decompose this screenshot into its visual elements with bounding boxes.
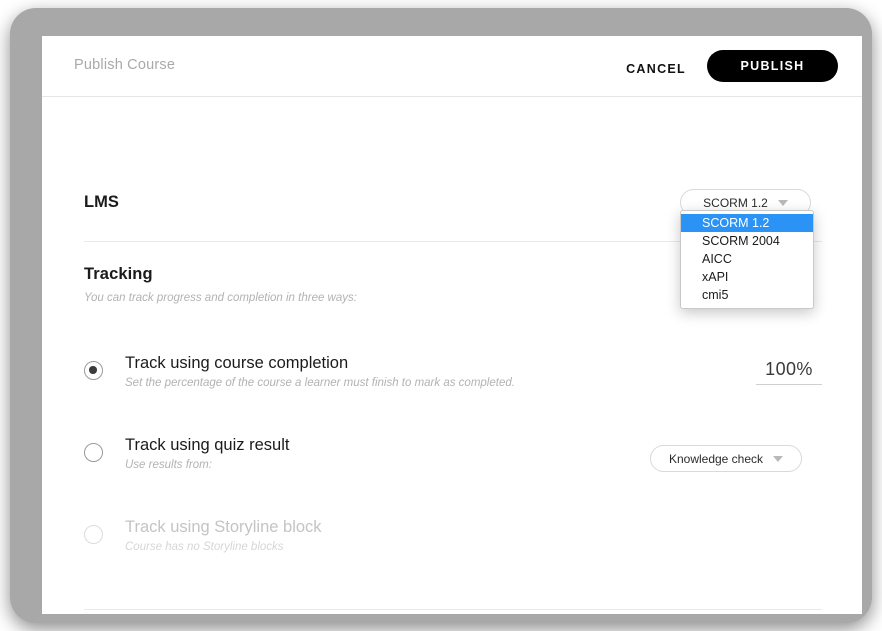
tracking-option-title: Track using course completion — [125, 354, 349, 372]
tracking-heading: Tracking — [84, 265, 153, 283]
publish-course-dialog: Publish Course CANCEL PUBLISH LMS SCORM … — [42, 36, 862, 614]
cancel-button[interactable]: CANCEL — [622, 56, 690, 82]
page-title: Publish Course — [74, 57, 176, 73]
divider-reporting — [84, 609, 822, 610]
lms-option-cmi5[interactable]: cmi5 — [681, 286, 813, 304]
radio-course-completion[interactable] — [84, 361, 103, 380]
chevron-down-icon — [773, 455, 784, 462]
tracking-option-description: Set the percentage of the course a learn… — [125, 377, 515, 389]
chevron-down-icon — [777, 199, 788, 206]
tracking-option-description: Use results from: — [125, 459, 212, 471]
lms-dropdown-list[interactable]: SCORM 1.2 SCORM 2004 AICC xAPI cmi5 — [680, 210, 814, 309]
radio-storyline-block — [84, 525, 103, 544]
quiz-source-select[interactable]: Knowledge check — [650, 445, 802, 472]
tracking-option-title: Track using quiz result — [125, 436, 290, 454]
completion-percent-value: 100% — [765, 359, 813, 379]
publish-button[interactable]: PUBLISH — [707, 50, 838, 82]
tracking-option-description: Course has no Storyline blocks — [125, 541, 284, 553]
lms-option-aicc[interactable]: AICC — [681, 250, 813, 268]
lms-select-value: SCORM 1.2 — [703, 195, 768, 210]
quiz-source-value: Knowledge check — [668, 451, 764, 466]
radio-quiz-result[interactable] — [84, 443, 103, 462]
app-window-frame: Publish Course CANCEL PUBLISH LMS SCORM … — [10, 8, 872, 623]
tracking-option-title: Track using Storyline block — [125, 518, 322, 536]
lms-option-scorm12[interactable]: SCORM 1.2 — [681, 214, 813, 232]
lms-option-xapi[interactable]: xAPI — [681, 268, 813, 286]
lms-option-scorm2004[interactable]: SCORM 2004 — [681, 232, 813, 250]
completion-percent-input[interactable]: 100% — [756, 359, 822, 385]
tracking-subtitle: You can track progress and completion in… — [84, 292, 357, 304]
lms-label: LMS — [84, 193, 119, 211]
dialog-header: Publish Course CANCEL PUBLISH — [42, 36, 862, 97]
